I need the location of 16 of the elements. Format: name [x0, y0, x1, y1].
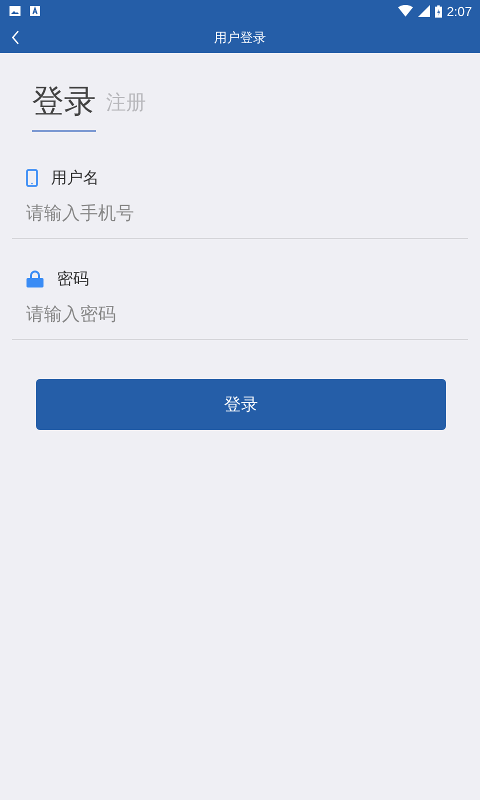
- lock-icon: [26, 270, 44, 288]
- field-label: 密码: [57, 268, 89, 290]
- field-label: 用户名: [51, 168, 99, 188]
- clock: 2:07: [446, 4, 472, 18]
- wifi-icon: [398, 5, 413, 17]
- phone-icon: [26, 169, 38, 187]
- login-button[interactable]: 登录: [36, 379, 446, 430]
- screen-title: 用户登录: [214, 30, 266, 46]
- image-icon: [9, 5, 21, 17]
- notification-icon: [29, 5, 41, 17]
- battery-icon: [434, 4, 442, 18]
- input-field[interactable]: 请输入手机号: [12, 195, 468, 238]
- tab[interactable]: 登录: [32, 80, 96, 132]
- back-icon[interactable]: [11, 30, 20, 45]
- signal-icon: [418, 5, 430, 17]
- input-field[interactable]: 请输入密码: [12, 296, 468, 339]
